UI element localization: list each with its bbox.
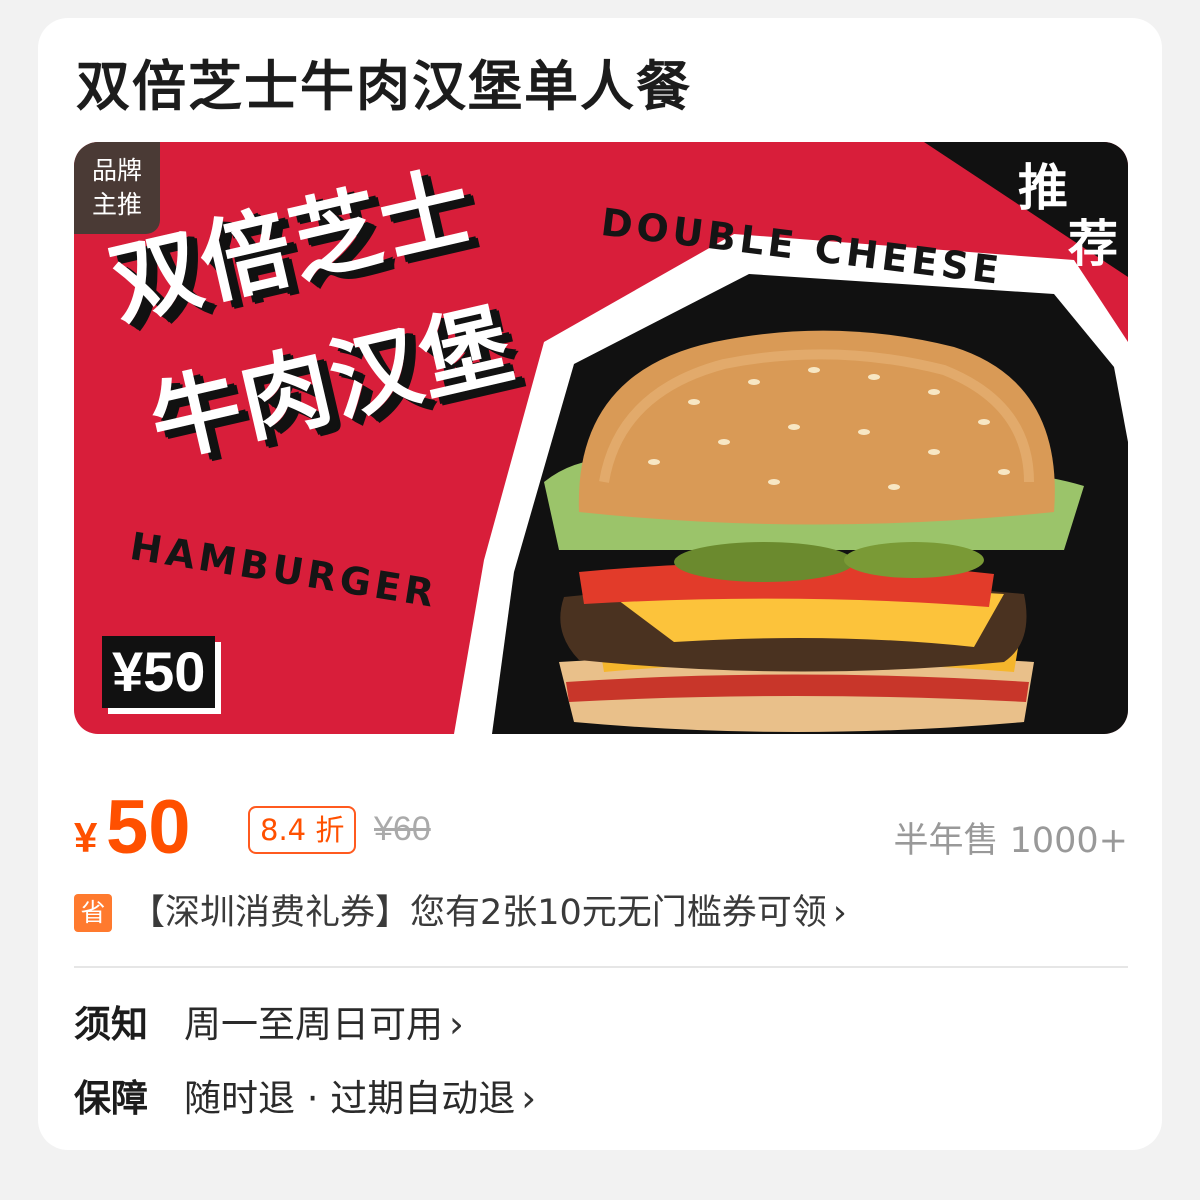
discount-badge: 8.4 折 [248, 806, 357, 854]
guarantee-value: 随时退 · 过期自动退 › [184, 1074, 536, 1124]
brand-tag-line1: 品牌 [91, 156, 142, 185]
notice-label: 须知 [74, 1003, 148, 1046]
product-banner-image[interactable]: 品牌 主推 双倍芝士 牛肉汉堡 DOUBLE CHEESE HAMBURGER … [74, 142, 1128, 734]
guarantee-label: 保障 [74, 1077, 148, 1120]
save-coupon-icon: 省 [74, 894, 112, 932]
sales-count: 半年售 1000+ [893, 821, 1128, 861]
price-row: ¥ 50 8.4 折 ¥60 半年售 1000+ [74, 780, 1128, 870]
original-price: ¥60 [374, 810, 431, 848]
price-currency-symbol: ¥ [74, 814, 98, 861]
banner-recommend-char1: 推 [1018, 159, 1068, 217]
banner-price-tag: ¥50 [102, 636, 216, 708]
coupon-row[interactable]: 省 【深圳消费礼券】您有2张10元无门槛券可领 › [74, 890, 1128, 938]
current-price: 50 [106, 785, 191, 870]
notice-value: 周一至周日可用 › [184, 1000, 464, 1050]
divider [74, 966, 1128, 968]
notice-text: 周一至周日可用 [184, 1003, 443, 1046]
chevron-right-icon: › [832, 893, 847, 933]
guarantee-text: 随时退 · 过期自动退 [184, 1077, 516, 1120]
product-title: 双倍芝士牛肉汉堡单人餐 [76, 55, 692, 118]
guarantee-row[interactable]: 保障 随时退 · 过期自动退 › [74, 1074, 1128, 1124]
coupon-text: 【深圳消费礼券】您有2张10元无门槛券可领 › [130, 890, 847, 936]
product-card: 双倍芝士牛肉汉堡单人餐 品牌 主推 双倍芝士 牛肉汉堡 DOUBLE CHEES… [38, 18, 1162, 1150]
chevron-right-icon: › [521, 1077, 537, 1120]
coupon-label: 【深圳消费礼券】您有2张10元无门槛券可领 [130, 893, 827, 933]
notice-row[interactable]: 须知 周一至周日可用 › [74, 1000, 1128, 1050]
banner-recommend-char2: 荐 [1068, 215, 1118, 273]
chevron-right-icon: › [449, 1003, 464, 1046]
